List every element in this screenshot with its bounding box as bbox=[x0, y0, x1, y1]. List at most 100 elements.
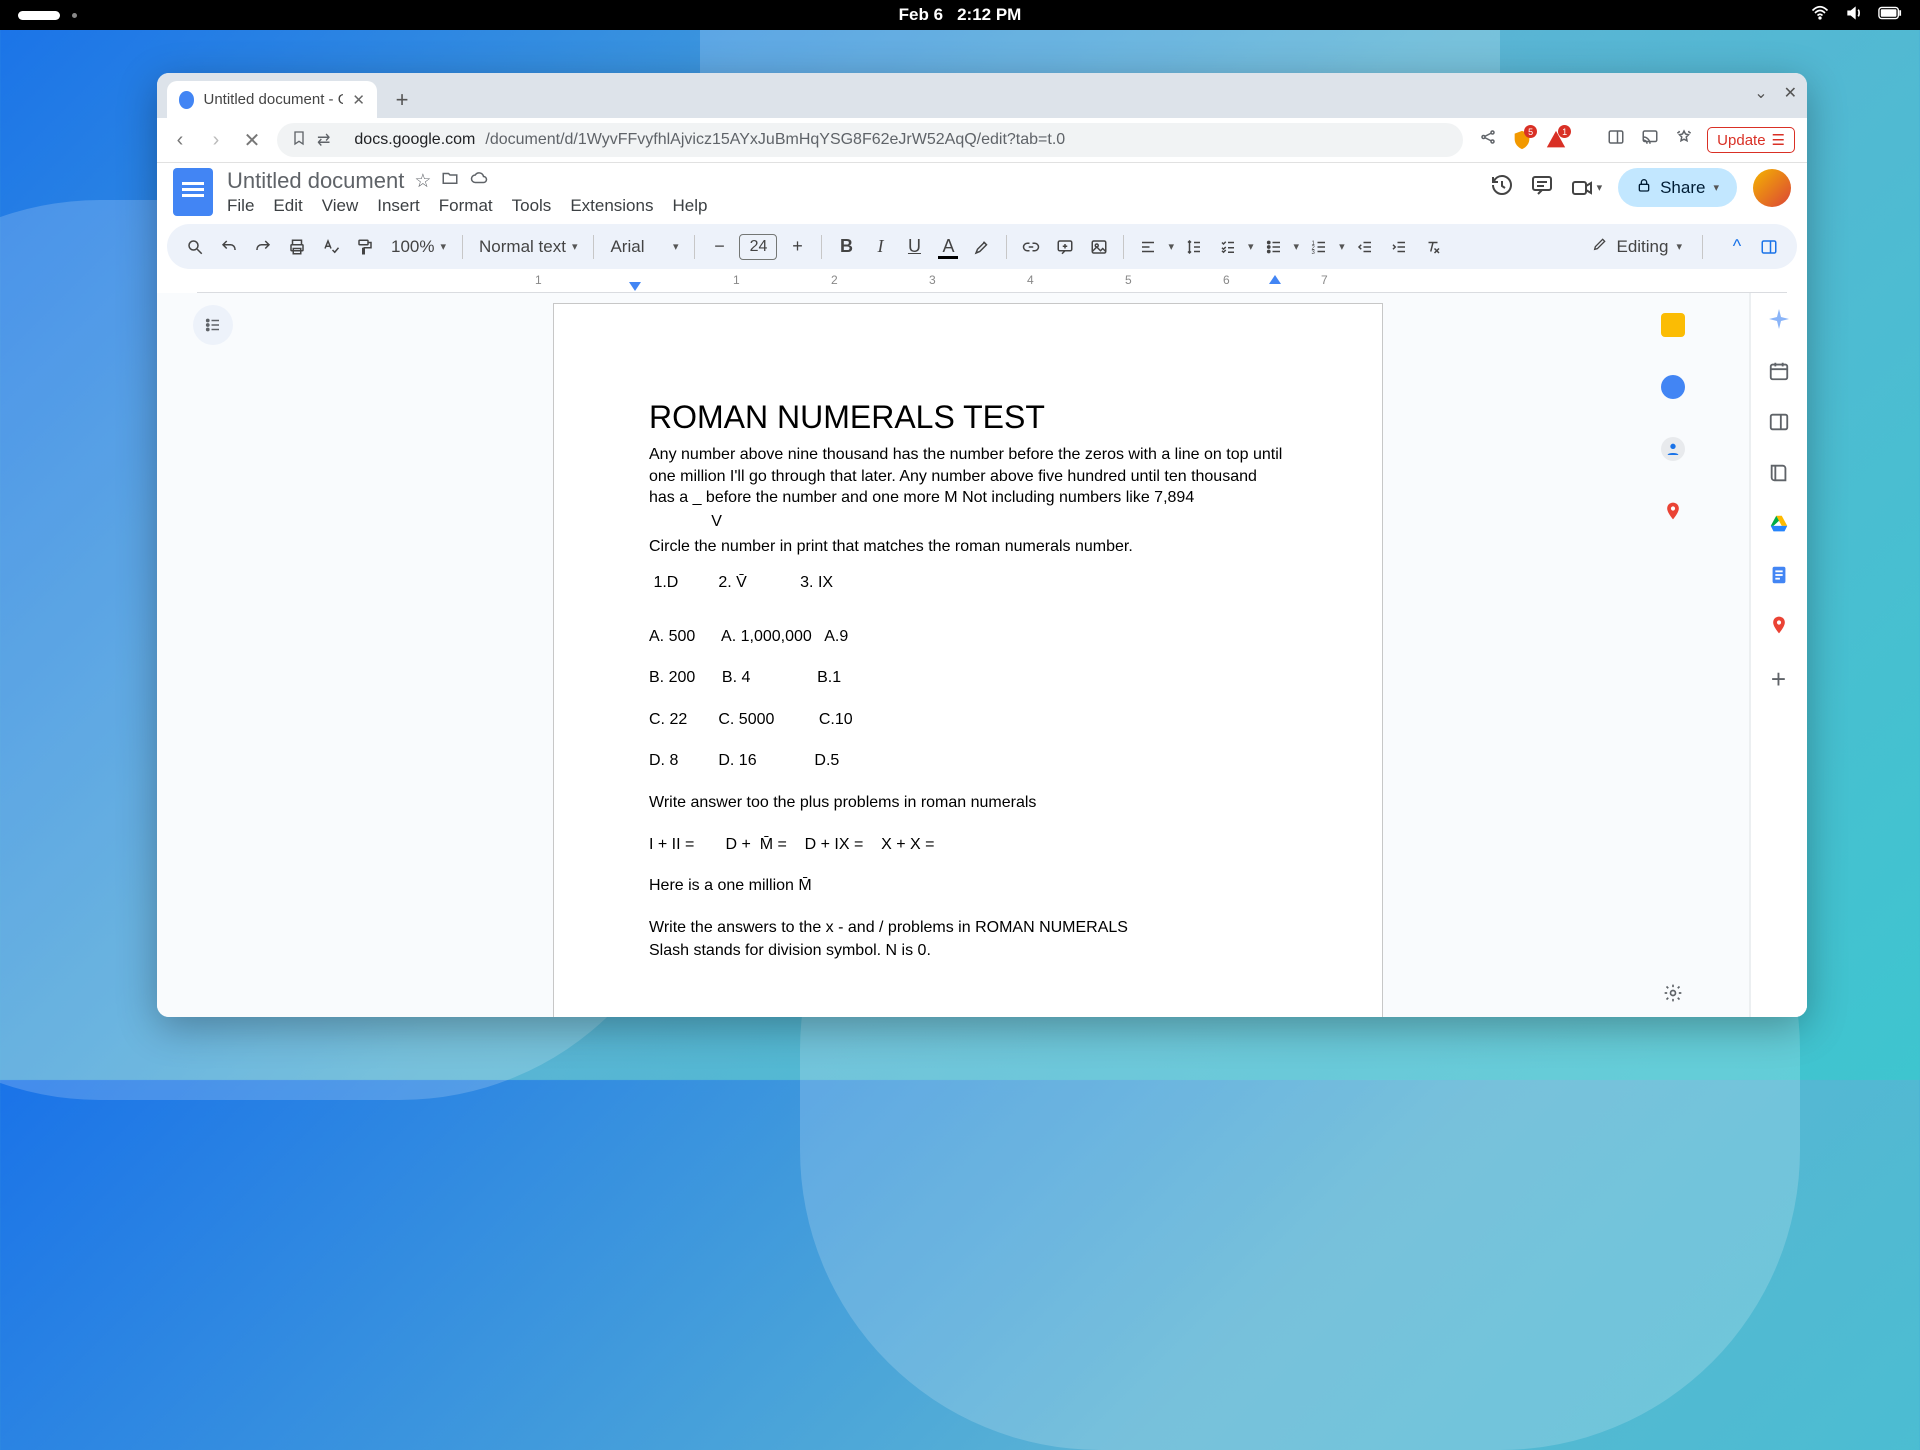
window-controls[interactable] bbox=[18, 11, 60, 20]
add-comment-icon[interactable] bbox=[1051, 233, 1079, 261]
gemini-icon[interactable] bbox=[1767, 307, 1791, 336]
menu-view[interactable]: View bbox=[322, 196, 359, 216]
keep-icon[interactable] bbox=[1661, 313, 1685, 337]
font-size-input[interactable]: 24 bbox=[739, 234, 777, 260]
checklist-icon[interactable] bbox=[1214, 233, 1242, 261]
vertical-ruler[interactable] bbox=[157, 293, 187, 1017]
doc-answer-row: C. 22 C. 5000 C.10 bbox=[649, 709, 1287, 731]
menu-insert[interactable]: Insert bbox=[377, 196, 420, 216]
horizontal-ruler[interactable]: 1 1 2 3 4 5 6 7 bbox=[197, 273, 1787, 293]
star-icon[interactable]: ☆ bbox=[414, 170, 431, 193]
bulleted-list-icon[interactable] bbox=[1260, 233, 1288, 261]
omnibox[interactable]: ⇄ docs.google.com/document/d/1WyvFFvyfhl… bbox=[277, 123, 1463, 157]
redo-icon[interactable] bbox=[249, 233, 277, 261]
history-icon[interactable] bbox=[1490, 173, 1514, 202]
text-color-icon[interactable]: A bbox=[934, 233, 962, 261]
hide-sidepanel-icon[interactable] bbox=[1755, 233, 1783, 261]
undo-icon[interactable] bbox=[215, 233, 243, 261]
underline-icon[interactable]: U bbox=[900, 233, 928, 261]
menu-tools[interactable]: Tools bbox=[512, 196, 552, 216]
window-close-icon[interactable]: ✕ bbox=[1784, 83, 1797, 103]
collapse-toolbar-icon[interactable]: ^ bbox=[1723, 233, 1751, 261]
maps-icon[interactable] bbox=[1661, 499, 1685, 523]
browser-tab-active[interactable]: Untitled document - Goo ✕ bbox=[167, 81, 377, 118]
cast-icon[interactable] bbox=[1639, 128, 1661, 152]
doc-para: V bbox=[649, 511, 1287, 533]
battery-icon[interactable] bbox=[1878, 3, 1902, 28]
paragraph-style-dropdown[interactable]: Normal text▾ bbox=[473, 237, 583, 257]
docs-logo-icon[interactable] bbox=[173, 168, 213, 216]
insert-image-icon[interactable] bbox=[1085, 233, 1113, 261]
document-scroll[interactable]: ROMAN NUMERALS TEST Any number above nin… bbox=[187, 293, 1749, 1017]
sidepanel-toggle-icon[interactable] bbox=[1768, 411, 1790, 438]
share-button[interactable]: Share ▾ bbox=[1618, 168, 1737, 207]
extension-shield-icon[interactable]: 5 bbox=[1511, 129, 1533, 151]
indent-decrease-icon[interactable] bbox=[1351, 233, 1379, 261]
get-addons-icon[interactable]: + bbox=[1771, 664, 1786, 695]
zoom-value: 100% bbox=[391, 237, 434, 257]
font-size-increase-button[interactable]: + bbox=[783, 233, 811, 261]
wifi-icon[interactable] bbox=[1810, 3, 1830, 28]
explore-settings-icon[interactable] bbox=[1663, 983, 1683, 1009]
indent-increase-icon[interactable] bbox=[1385, 233, 1413, 261]
docs-menu-bar: File Edit View Insert Format Tools Exten… bbox=[227, 196, 707, 216]
ruler-num: 7 bbox=[1321, 273, 1328, 287]
bold-icon[interactable]: B bbox=[832, 233, 860, 261]
clear-formatting-icon[interactable] bbox=[1419, 233, 1447, 261]
menu-format[interactable]: Format bbox=[439, 196, 493, 216]
extension-bell-icon[interactable]: 1 bbox=[1545, 129, 1567, 151]
paint-format-icon[interactable] bbox=[351, 233, 379, 261]
sidepanel-icon[interactable] bbox=[1605, 128, 1627, 152]
calendar-icon[interactable] bbox=[1768, 360, 1790, 387]
numbered-list-icon[interactable]: 123 bbox=[1305, 233, 1333, 261]
document-page[interactable]: ROMAN NUMERALS TEST Any number above nin… bbox=[553, 303, 1383, 1017]
doc-equation-row: I + II = D + M̄ = D + IX = X + X = bbox=[649, 834, 1287, 856]
nav-close-button[interactable]: ✕ bbox=[241, 128, 263, 153]
spellcheck-icon[interactable] bbox=[317, 233, 345, 261]
share-page-icon[interactable] bbox=[1477, 128, 1499, 152]
mode-dropdown[interactable]: Editing ▾ bbox=[1582, 236, 1692, 257]
align-icon[interactable] bbox=[1134, 233, 1162, 261]
drive-icon[interactable] bbox=[1768, 513, 1790, 540]
menubar-time: 2:12 PM bbox=[957, 5, 1021, 25]
nav-forward-button[interactable]: › bbox=[205, 129, 227, 152]
account-avatar[interactable] bbox=[1753, 169, 1791, 207]
indent-marker-right[interactable] bbox=[1269, 275, 1281, 284]
update-button[interactable]: Update ☰ bbox=[1707, 127, 1795, 153]
tasks-icon[interactable] bbox=[1661, 375, 1685, 399]
docs-shortcut-icon[interactable] bbox=[1768, 564, 1790, 591]
line-spacing-icon[interactable] bbox=[1180, 233, 1208, 261]
tab-close-icon[interactable]: ✕ bbox=[352, 91, 365, 109]
font-size-decrease-button[interactable]: − bbox=[705, 233, 733, 261]
comments-icon[interactable] bbox=[1530, 173, 1554, 202]
contacts-icon[interactable] bbox=[1661, 437, 1685, 461]
menu-help[interactable]: Help bbox=[672, 196, 707, 216]
new-tab-button[interactable]: + bbox=[387, 85, 417, 115]
nav-back-button[interactable]: ‹ bbox=[169, 129, 191, 152]
volume-icon[interactable] bbox=[1844, 3, 1864, 28]
print-icon[interactable] bbox=[283, 233, 311, 261]
dictionary-icon[interactable] bbox=[1768, 462, 1790, 489]
insert-link-icon[interactable] bbox=[1017, 233, 1045, 261]
cloud-status-icon[interactable] bbox=[469, 169, 489, 193]
bookmark-icon[interactable] bbox=[291, 130, 307, 151]
meet-icon[interactable]: ▾ bbox=[1570, 176, 1603, 200]
search-menus-icon[interactable] bbox=[181, 233, 209, 261]
zoom-dropdown[interactable]: 100%▾ bbox=[385, 237, 452, 257]
site-settings-icon[interactable]: ⇄ bbox=[317, 130, 330, 150]
maps-shortcut-icon[interactable] bbox=[1769, 615, 1789, 640]
italic-icon[interactable]: I bbox=[866, 233, 894, 261]
menu-edit[interactable]: Edit bbox=[273, 196, 302, 216]
highlight-color-icon[interactable] bbox=[968, 233, 996, 261]
menu-extensions[interactable]: Extensions bbox=[570, 196, 653, 216]
document-title-input[interactable]: Untitled document bbox=[227, 168, 404, 194]
indent-marker-left[interactable] bbox=[629, 282, 641, 291]
font-dropdown[interactable]: Arial▾ bbox=[604, 237, 684, 257]
tab-list-chevron-icon[interactable]: ⌄ bbox=[1754, 83, 1767, 103]
menu-file[interactable]: File bbox=[227, 196, 254, 216]
move-icon[interactable] bbox=[441, 169, 459, 193]
share-label: Share bbox=[1660, 178, 1705, 198]
tab-title: Untitled document - Goo bbox=[203, 91, 343, 108]
show-outline-button[interactable] bbox=[193, 305, 233, 345]
bookmark-star-icon[interactable] bbox=[1673, 128, 1695, 152]
